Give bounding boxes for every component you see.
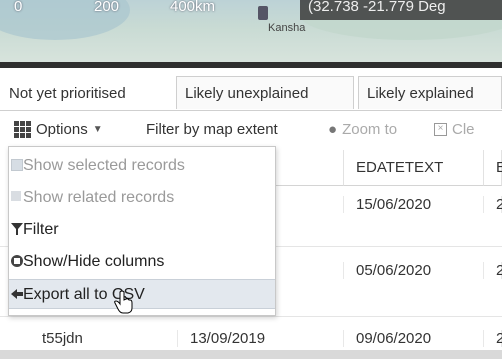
table-cell: 2: [484, 262, 502, 279]
filter-by-map-extent-button[interactable]: Filter by map extent: [146, 121, 278, 138]
clear-box-icon: ×: [434, 123, 447, 136]
row-divider: [0, 316, 502, 317]
map-place-label: Kansha: [268, 22, 306, 34]
scale-bar-label: 400km: [170, 0, 216, 15]
table-cell: 05/06/2020: [344, 262, 484, 279]
menu-item-label: Show selected records: [23, 157, 185, 174]
options-button[interactable]: Options ▼: [14, 121, 103, 138]
table-cell: 15/06/2020: [344, 196, 484, 213]
table-cell: 09/06/2020: [344, 330, 484, 347]
menu-item-label: Show related records: [23, 189, 175, 206]
column-header[interactable]: E: [484, 150, 502, 186]
zoom-to-label: Zoom to: [342, 121, 398, 138]
horizontal-scrollbar[interactable]: [0, 350, 502, 359]
table-cell: 2: [484, 330, 502, 347]
options-dropdown-menu: Show selected records Show related recor…: [8, 146, 276, 316]
attribute-table-toolbar: Options ▼ Filter by map extent ● Zoom to…: [0, 118, 502, 146]
table-cell: t55jdn: [30, 330, 178, 347]
clear-label: Cle: [452, 121, 475, 138]
menu-item-label: Filter: [23, 221, 59, 238]
hand-pointer-cursor-icon: [114, 290, 133, 314]
scale-bar-label: 200: [94, 0, 120, 15]
tab-not-yet-prioritised[interactable]: Not yet prioritised: [0, 76, 172, 110]
scale-bar-label: 0: [14, 0, 23, 15]
menu-item-label: Show/Hide columns: [23, 253, 165, 270]
filter-icon: [11, 223, 23, 235]
grid-icon: [14, 121, 31, 138]
menu-item-filter[interactable]: Filter: [9, 215, 275, 245]
tab-likely-explained[interactable]: Likely explained: [358, 76, 502, 109]
export-icon: [11, 289, 23, 299]
zoom-marker-icon: ●: [328, 121, 338, 138]
map-view[interactable]: 0 200 400km Kansha (32.738 -21.779 Deg: [0, 0, 502, 62]
columns-icon: [11, 255, 23, 267]
menu-item-show-related-records[interactable]: Show related records: [9, 183, 275, 213]
related-records-icon: [11, 191, 21, 201]
options-label: Options: [36, 121, 88, 138]
menu-item-show-hide-columns[interactable]: Show/Hide columns: [9, 247, 275, 277]
tab-bar: Not yet prioritised Likely unexplained L…: [0, 76, 502, 111]
menu-item-show-selected-records[interactable]: Show selected records: [9, 151, 275, 181]
selected-records-icon: [11, 159, 23, 171]
tab-likely-unexplained[interactable]: Likely unexplained: [176, 76, 354, 109]
menu-item-export-all-to-csv[interactable]: Export all to CSV: [9, 279, 275, 309]
clear-selection-button[interactable]: × Cle: [434, 121, 475, 138]
map-marker-icon[interactable]: [258, 6, 268, 20]
coordinate-readout: (32.738 -21.779 Deg: [300, 0, 502, 20]
column-header[interactable]: EDATETEXT: [344, 150, 484, 186]
caret-down-icon: ▼: [92, 124, 103, 135]
panel-splitter[interactable]: [0, 62, 502, 68]
table-cell: 13/09/2019: [178, 330, 344, 347]
table-cell: 2: [484, 196, 502, 213]
zoom-to-button[interactable]: ● Zoom to: [328, 121, 397, 138]
